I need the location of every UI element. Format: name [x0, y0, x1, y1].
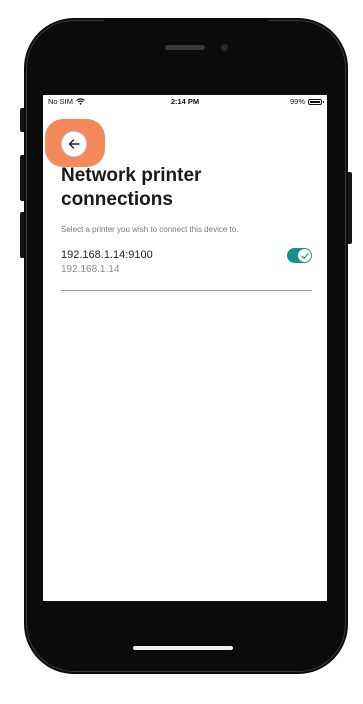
checkmark-icon: [300, 252, 309, 259]
back-button[interactable]: [61, 131, 87, 157]
app-screen: No SIM 2:14 PM 99% Network printer conne…: [43, 95, 327, 601]
page-subtitle: Select a printer you wish to connect thi…: [61, 225, 239, 234]
printer-name: 192.168.1.14:9100: [61, 249, 153, 261]
front-camera: [221, 44, 228, 51]
status-bar: No SIM 2:14 PM 99%: [43, 95, 327, 109]
toggle-knob: [298, 249, 311, 262]
status-time: 2:14 PM: [170, 97, 200, 106]
printer-list-item[interactable]: 192.168.1.14:9100 192.168.1.14: [61, 247, 312, 291]
page-title: Network printer connections: [61, 165, 202, 210]
status-right: 99%: [289, 97, 324, 106]
printer-connect-toggle[interactable]: [287, 248, 312, 263]
arrow-left-icon: [68, 139, 80, 149]
phone-notch: [104, 18, 268, 56]
battery-icon: [308, 98, 324, 105]
printer-ip: 192.168.1.14: [61, 264, 120, 275]
battery-percent: 99%: [289, 97, 305, 106]
earpiece-speaker: [165, 45, 205, 50]
home-indicator[interactable]: [133, 646, 233, 650]
